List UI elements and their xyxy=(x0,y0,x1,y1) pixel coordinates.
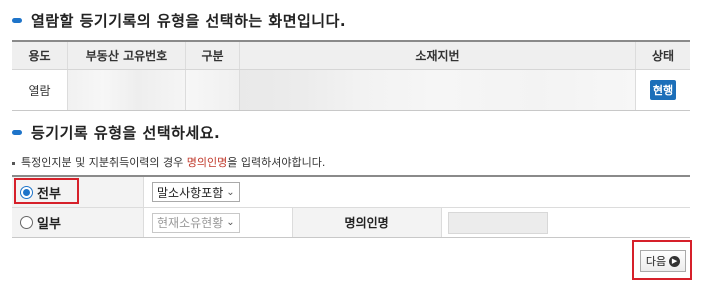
select-value: 현재소유현황 xyxy=(157,216,224,230)
radio-partial-label: 일부 xyxy=(37,217,61,232)
option-partial-value: 현재소유현황 ⌄ xyxy=(144,208,240,237)
highlight-box-next: 다음 ▶ xyxy=(632,240,692,280)
owner-name-label: 명의인명 xyxy=(291,208,442,237)
partial-scope-select[interactable]: 현재소유현황 ⌄ xyxy=(152,212,240,233)
note-highlight: 명의인명 xyxy=(186,156,228,169)
header-property-id: 부동산 고유번호 xyxy=(68,42,186,69)
select-value: 말소사항포함 xyxy=(157,185,224,200)
cell-property-id-redacted xyxy=(68,70,186,110)
chevron-down-icon: ⌄ xyxy=(226,186,235,198)
section-bullet-icon xyxy=(12,130,22,135)
section-bullet-icon xyxy=(12,18,22,23)
arrow-right-icon: ▶ xyxy=(669,255,681,267)
header-type: 구분 xyxy=(186,42,240,69)
section-title-text: 열람할 등기기록의 유형을 선택하는 화면입니다. xyxy=(31,12,347,30)
cell-address-redacted xyxy=(240,70,636,110)
header-address: 소재지번 xyxy=(240,42,636,69)
note-prefix: 특정인지분 및 지분취득이력의 경우 xyxy=(21,156,187,169)
option-row-full: 전부 말소사항포함 ⌄ xyxy=(12,177,690,207)
full-scope-select[interactable]: 말소사항포함 ⌄ xyxy=(152,182,240,202)
highlight-box-full-option xyxy=(14,178,79,204)
owner-name-input[interactable] xyxy=(447,211,548,234)
cell-purpose: 열람 xyxy=(12,70,68,110)
option-row-partial: 일부 현재소유현황 ⌄ 명의인명 xyxy=(12,207,690,237)
header-status: 상태 xyxy=(651,49,675,63)
instruction-note: 특정인지분 및 지분취득이력의 경우 명의인명을 입력하셔야합니다. xyxy=(12,154,325,170)
registry-info-table: 용도 부동산 고유번호 구분 소재지번 상태 열람 현행 xyxy=(12,40,690,111)
table-header-row: 용도 부동산 고유번호 구분 소재지번 상태 xyxy=(12,42,690,70)
radio-partial[interactable]: 일부 xyxy=(12,208,144,237)
next-button[interactable]: 다음 ▶ xyxy=(640,250,686,272)
status-badge: 현행 xyxy=(649,80,677,100)
section-title-select-type: 등기기록 유형을 선택하세요. xyxy=(12,122,220,143)
option-full-value: 말소사항포함 ⌄ xyxy=(144,177,240,207)
section-title-view-type: 열람할 등기기록의 유형을 선택하는 화면입니다. xyxy=(12,10,346,31)
radio-unchecked-icon[interactable] xyxy=(20,216,33,229)
cell-status: 현행 xyxy=(636,70,690,110)
record-type-options: 전부 말소사항포함 ⌄ 일부 현재소유현황 ⌄ 명의인명 xyxy=(12,175,690,238)
bullet-icon xyxy=(12,161,15,165)
cell-type-redacted xyxy=(186,70,240,110)
table-row: 열람 현행 xyxy=(12,70,690,110)
note-suffix: 을 입력하셔야합니다. xyxy=(227,156,326,169)
owner-name-cell xyxy=(442,208,548,237)
next-button-label: 다음 xyxy=(645,255,667,268)
header-purpose: 용도 xyxy=(12,42,68,69)
chevron-down-icon: ⌄ xyxy=(226,217,235,228)
section-title-text: 등기기록 유형을 선택하세요. xyxy=(31,124,221,142)
